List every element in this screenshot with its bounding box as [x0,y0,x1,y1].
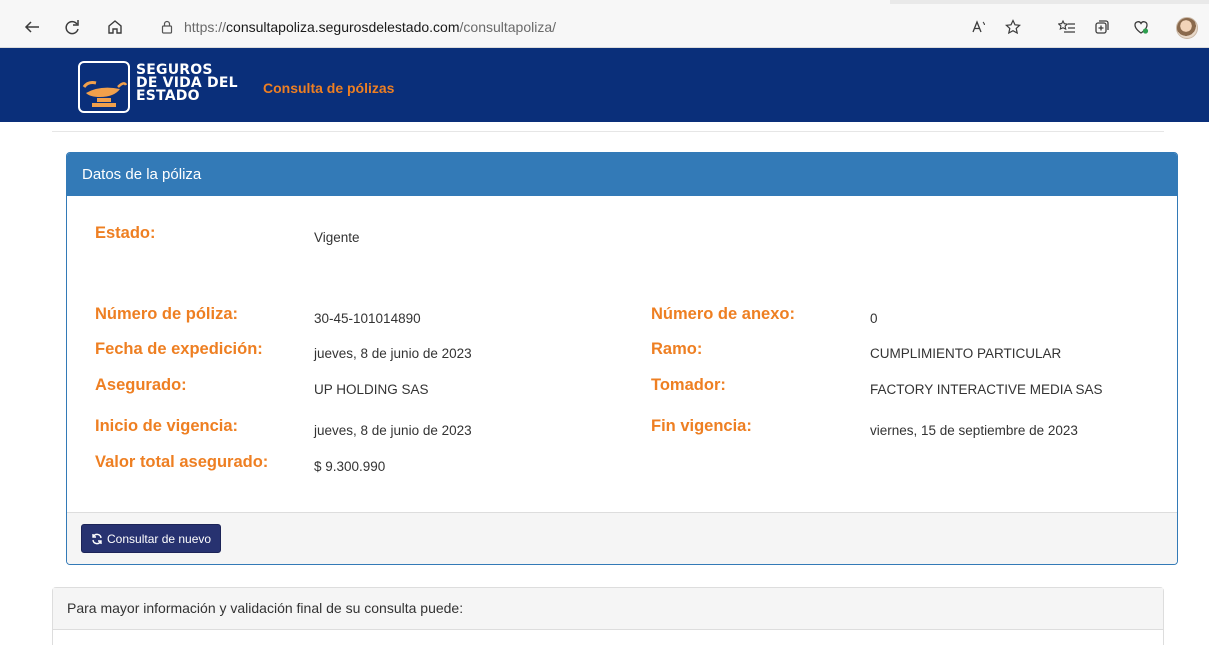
active-tab[interactable] [0,0,890,4]
tab-strip [0,0,1209,4]
url-path: /consultapoliza/ [459,19,557,35]
collections-icon[interactable] [1091,16,1113,38]
numero-poliza-label: Número de póliza: [95,305,239,323]
lamp-logo-icon[interactable] [78,61,130,113]
ramo-label: Ramo: [651,340,703,358]
favorite-star-icon[interactable] [1002,16,1024,38]
browser-essentials-icon[interactable] [1130,16,1152,38]
numero-anexo-label: Número de anexo: [651,305,795,323]
policy-panel-footer: Consultar de nuevo [67,512,1177,564]
tomador-label: Tomador: [651,376,726,394]
url-text[interactable]: https://consultapoliza.segurosdelestado.… [184,19,556,35]
home-icon[interactable] [104,16,126,38]
address-bar[interactable]: https://consultapoliza.segurosdelestado.… [150,15,570,39]
favorites-list-icon[interactable] [1056,16,1078,38]
numero-poliza-value: 30-45-101014890 [314,311,421,326]
policy-panel-heading: Datos de la póliza [67,153,1177,196]
divider [52,131,1164,132]
ramo-value: CUMPLIMIENTO PARTICULAR [870,346,1062,361]
lock-icon[interactable] [160,19,176,35]
inicio-vigencia-label: Inicio de vigencia: [95,417,239,435]
info-panel-heading: Para mayor información y validación fina… [53,588,1163,630]
estado-label: Estado: [95,224,156,242]
brand-name[interactable]: SEGUROS DE VIDA DEL ESTADO [136,63,238,104]
estado-value: Vigente [314,230,360,245]
url-protocol: https:// [184,19,227,35]
profile-avatar[interactable] [1176,17,1198,39]
back-arrow-icon[interactable] [21,16,43,38]
valor-asegurado-value: $ 9.300.990 [314,459,386,474]
refresh-icon[interactable] [61,16,83,38]
consult-again-label: Consultar de nuevo [107,531,212,546]
refresh-icon [92,533,102,544]
fin-vigencia-value: viernes, 15 de septiembre de 2023 [870,423,1078,438]
inicio-vigencia-value: jueves, 8 de junio de 2023 [314,423,472,438]
info-panel: Para mayor información y validación fina… [52,587,1164,645]
fecha-expedicion-value: jueves, 8 de junio de 2023 [314,346,472,361]
tomador-value: FACTORY INTERACTIVE MEDIA SAS [870,382,1103,397]
read-aloud-icon[interactable] [968,16,990,38]
nav-consulta-polizas[interactable]: Consulta de pólizas [263,80,394,96]
numero-anexo-value: 0 [870,311,878,326]
consult-again-button[interactable]: Consultar de nuevo [81,524,222,553]
fin-vigencia-label: Fin vigencia: [651,417,752,435]
valor-asegurado-label: Valor total asegurado: [95,453,269,471]
asegurado-value: UP HOLDING SAS [314,382,429,397]
url-host: consultapoliza.segurosdelestado.com [226,19,460,35]
brand-line-3: ESTADO [136,88,200,104]
browser-toolbar: https://consultapoliza.segurosdelestado.… [0,0,1209,48]
fecha-expedicion-label: Fecha de expedición: [95,340,263,358]
asegurado-label: Asegurado: [95,376,187,394]
